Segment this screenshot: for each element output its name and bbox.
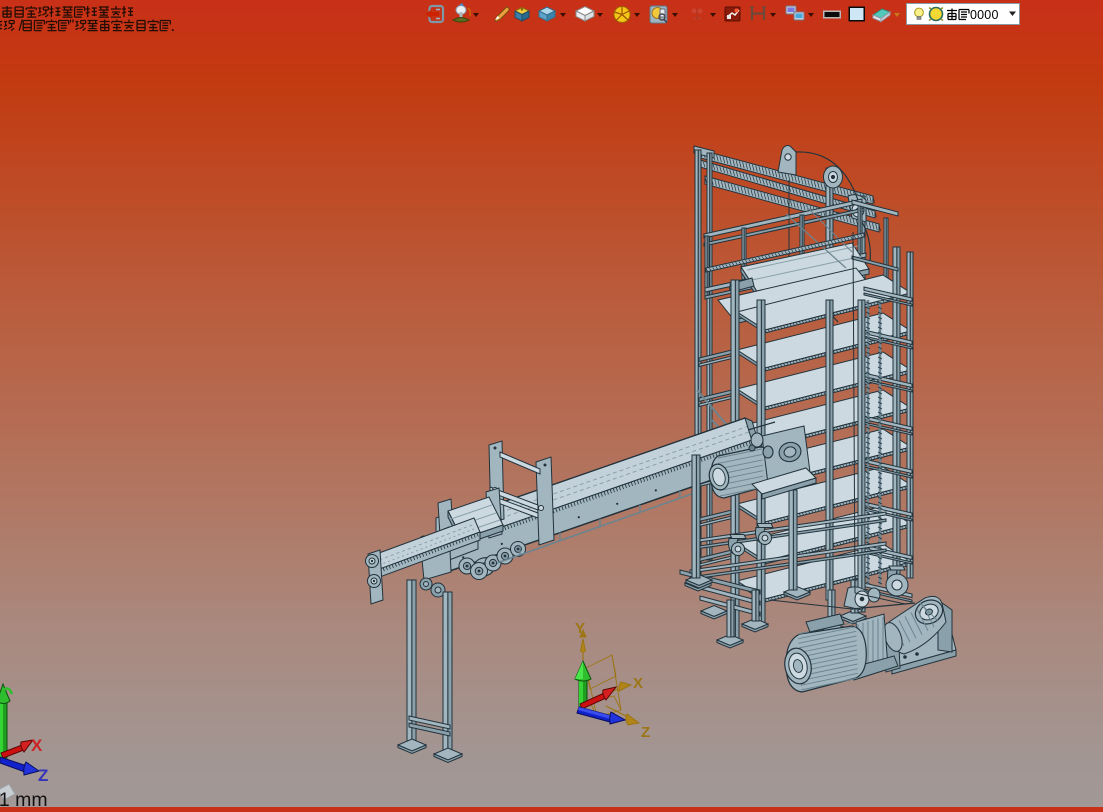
svg-text:Z: Z [38, 766, 48, 785]
svg-text:X: X [633, 675, 643, 692]
svg-text:X: X [31, 736, 43, 755]
svg-text:Z: Z [641, 724, 650, 741]
